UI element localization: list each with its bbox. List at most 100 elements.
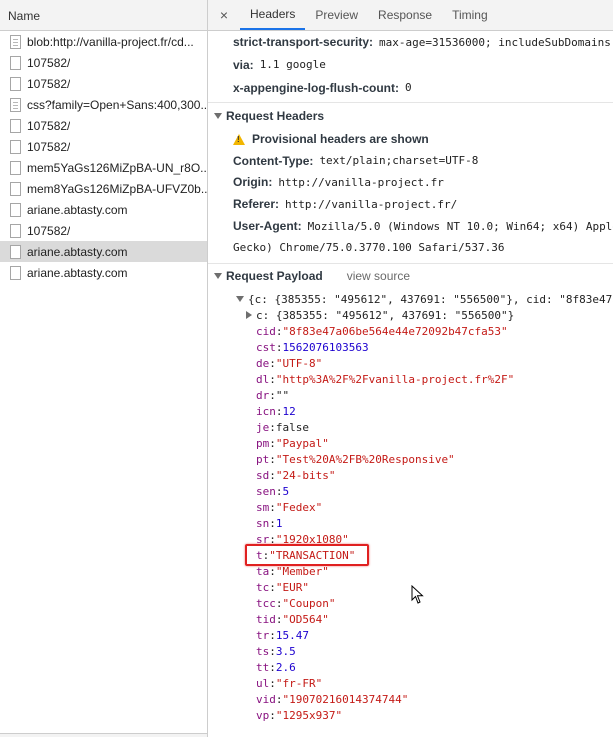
request-list-pane: Name blob:http://vanilla-project.fr/cd..… xyxy=(0,0,208,737)
section-title-text: Request Payload xyxy=(226,268,323,283)
tab-timing[interactable]: Timing xyxy=(442,0,498,30)
payload-value: "19070216014374744" xyxy=(282,692,409,706)
request-name: 107582/ xyxy=(27,139,71,154)
tab-headers[interactable]: Headers xyxy=(240,0,306,30)
request-headers-section-title[interactable]: Request Headers xyxy=(208,102,613,128)
payload-key: tr xyxy=(256,628,270,642)
expand-triangle-icon xyxy=(236,296,244,302)
expand-triangle-icon xyxy=(214,272,222,279)
header-row: Origin: http://vanilla-project.fr xyxy=(208,171,613,193)
request-row[interactable]: ariane.abtasty.com xyxy=(0,199,207,220)
payload-separator: : xyxy=(269,388,276,402)
request-name: 107582/ xyxy=(27,223,71,238)
header-row: Referer: http://vanilla-project.fr/ xyxy=(208,193,613,215)
header-value: Mozilla/5.0 (Windows NT 10.0; Win64; x64… xyxy=(307,219,613,233)
request-row[interactable]: 107582/ xyxy=(0,73,207,94)
request-name: ariane.abtasty.com xyxy=(27,244,128,259)
header-key: strict-transport-security: xyxy=(233,35,374,49)
request-row[interactable]: 107582/ xyxy=(0,220,207,241)
payload-value: 1562076103563 xyxy=(282,340,369,354)
header-value: max-age=31536000; includeSubDomains xyxy=(379,35,611,49)
file-icon xyxy=(10,223,21,238)
payload-key: dr xyxy=(256,388,270,402)
request-name: 107582/ xyxy=(27,76,71,91)
payload-value: "EUR" xyxy=(275,580,309,594)
header-key: Content-Type: xyxy=(233,153,314,168)
request-row[interactable]: ariane.abtasty.com xyxy=(0,241,207,262)
request-name: 107582/ xyxy=(27,118,71,133)
payload-key: sm xyxy=(256,500,270,514)
payload-root-row[interactable]: {c: {385355: "495612", 437691: "556500"}… xyxy=(208,291,613,307)
request-name: css?family=Open+Sans:400,300... xyxy=(27,97,207,112)
file-icon xyxy=(10,181,21,196)
payload-separator: : xyxy=(275,324,283,338)
payload-separator: : xyxy=(269,580,276,594)
payload-value: "UTF-8" xyxy=(275,356,323,370)
request-row[interactable]: 107582/ xyxy=(0,52,207,73)
file-lines-icon xyxy=(10,97,21,112)
payload-value: 12 xyxy=(282,404,296,418)
request-name: ariane.abtasty.com xyxy=(27,202,128,217)
payload-key: vp xyxy=(256,708,270,722)
payload-value: "OD564" xyxy=(282,612,329,626)
payload-separator: : xyxy=(275,404,283,418)
payload-field-row: sn: 1 xyxy=(208,515,613,531)
payload-field-row: dl: "http%3A%2F%2Fvanilla-project.fr%2F" xyxy=(208,371,613,387)
payload-tree: {c: {385355: "495612", 437691: "556500"}… xyxy=(208,287,613,723)
payload-field-row: icn: 12 xyxy=(208,403,613,419)
payload-separator: : xyxy=(269,356,276,370)
header-row: User-Agent: Mozilla/5.0 (Windows NT 10.0… xyxy=(208,215,613,237)
payload-separator: : xyxy=(269,516,276,530)
header-row: strict-transport-security: max-age=31536… xyxy=(208,31,613,53)
warning-text: Provisional headers are shown xyxy=(252,132,429,146)
provisional-headers-warning: Provisional headers are shown xyxy=(208,128,613,150)
request-row[interactable]: ariane.abtasty.com xyxy=(0,262,207,283)
payload-separator: : xyxy=(269,708,276,722)
payload-separator: : xyxy=(269,452,276,466)
request-row[interactable]: 107582/ xyxy=(0,115,207,136)
payload-separator: : xyxy=(275,692,283,706)
payload-value: 1 xyxy=(275,516,283,530)
file-icon xyxy=(10,118,21,133)
payload-key: sen xyxy=(256,484,276,498)
details-tab-bar: × Headers Preview Response Timing xyxy=(208,0,613,31)
payload-field-row: ul: "fr-FR" xyxy=(208,675,613,691)
close-icon[interactable]: × xyxy=(216,0,232,30)
expand-triangle-icon xyxy=(214,112,222,119)
section-title-text: Request Headers xyxy=(226,108,325,123)
request-row[interactable]: blob:http://vanilla-project.fr/cd... xyxy=(0,31,207,52)
payload-value: false xyxy=(275,420,309,434)
payload-key: ts xyxy=(256,644,270,658)
payload-c-row[interactable]: c: {385355: "495612", 437691: "556500"} xyxy=(208,307,613,323)
request-list: blob:http://vanilla-project.fr/cd... 1075… xyxy=(0,31,207,283)
request-row[interactable]: 107582/ xyxy=(0,136,207,157)
request-payload-section-title[interactable]: Request Payload view source xyxy=(208,263,613,287)
header-value: 0 xyxy=(404,81,412,94)
payload-separator: : xyxy=(275,612,283,626)
payload-field-row: dr: "" xyxy=(208,387,613,403)
payload-value: "Fedex" xyxy=(275,500,323,514)
request-row[interactable]: mem5YaGs126MiZpBA-UN_r8O... xyxy=(0,157,207,178)
tab-response[interactable]: Response xyxy=(368,0,442,30)
request-row[interactable]: mem8YaGs126MiZpBA-UFVZ0b... xyxy=(0,178,207,199)
view-source-link[interactable]: view source xyxy=(347,269,410,283)
payload-key: sd xyxy=(256,468,270,482)
payload-key: dl xyxy=(256,372,270,386)
payload-field-row: tid: "OD564" xyxy=(208,611,613,627)
tab-preview[interactable]: Preview xyxy=(305,0,368,30)
payload-field-row: je: false xyxy=(208,419,613,435)
payload-key: tcc xyxy=(256,596,276,610)
header-key: x-appengine-log-flush-count: xyxy=(233,80,399,95)
payload-value: "fr-FR" xyxy=(275,676,323,690)
request-name: mem5YaGs126MiZpBA-UN_r8O... xyxy=(27,160,207,175)
payload-field-row: ts: 3.5 xyxy=(208,643,613,659)
request-row[interactable]: css?family=Open+Sans:400,300... xyxy=(0,94,207,115)
header-value-continuation: Gecko) Chrome/75.0.3770.100 Safari/537.3… xyxy=(208,237,613,258)
payload-value: "24-bits" xyxy=(275,468,336,482)
collapse-triangle-icon xyxy=(246,311,252,319)
payload-value: "Test%20A%2FB%20Responsive" xyxy=(275,452,455,466)
payload-value: "Coupon" xyxy=(282,596,336,610)
name-column-header[interactable]: Name xyxy=(0,0,207,31)
status-bar xyxy=(0,733,207,737)
payload-value: 2.6 xyxy=(275,660,296,674)
